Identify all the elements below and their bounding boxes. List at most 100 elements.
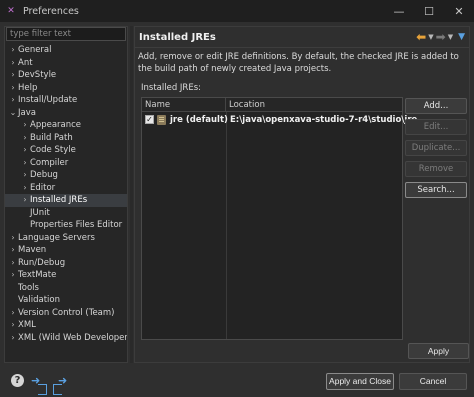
add-jre-button[interactable]: Add... (405, 98, 467, 114)
jre-name-cell: jre (default) (170, 115, 228, 125)
apply-and-close-button[interactable]: Apply and Close (326, 373, 394, 390)
forward-history-chevron-down-icon[interactable]: ▼ (448, 33, 453, 41)
tree-item-label: Ant (18, 57, 33, 68)
tree-item-help[interactable]: › Help (5, 82, 127, 95)
tree-item-language-servers[interactable]: › Language Servers (5, 232, 127, 245)
chevron-right-icon[interactable]: › (20, 169, 30, 182)
help-icon[interactable]: ? (11, 374, 24, 387)
tree-item-build-path[interactable]: › Build Path (5, 132, 127, 145)
remove-jre-button[interactable]: Remove (405, 161, 467, 177)
chevron-right-icon[interactable]: › (20, 144, 30, 157)
duplicate-jre-button[interactable]: Duplicate... (405, 140, 467, 156)
default-jre-checkbox[interactable]: ✓ (145, 115, 154, 124)
view-menu-icon[interactable]: ▼ (458, 32, 465, 42)
pane-divider[interactable] (130, 26, 133, 363)
tree-item-general[interactable]: › General (5, 44, 127, 57)
tree-item-properties-files-editor[interactable]: Properties Files Editor (5, 219, 127, 232)
tree-item-maven[interactable]: › Maven (5, 244, 127, 257)
page-navigation: ⬅ ▼ ➡ ▼ ▼ (416, 29, 465, 45)
tree-item-installed-jres[interactable]: › Installed JREs (5, 194, 127, 207)
tree-item-ant[interactable]: › Ant (5, 57, 127, 70)
preferences-navigation: ›General›Ant›DevStyle›Help›Install/Updat… (4, 26, 128, 363)
chevron-right-icon[interactable]: › (8, 257, 18, 270)
edit-jre-button[interactable]: Edit... (405, 119, 467, 135)
chevron-right-icon[interactable]: › (20, 119, 30, 132)
table-row[interactable]: ✓ jre (default) E:\java\openxava-studio-… (142, 113, 417, 127)
tree-item-editor[interactable]: › Editor (5, 182, 127, 195)
chevron-right-icon[interactable]: › (8, 319, 18, 332)
chevron-right-icon[interactable]: › (8, 244, 18, 257)
tree-item-label: Debug (30, 170, 58, 180)
table-header: Name Location (142, 98, 402, 112)
tree-item-textmate[interactable]: › TextMate (5, 269, 127, 282)
tree-item-label: Run/Debug (18, 257, 66, 268)
tree-item-label: Installed JREs (30, 195, 88, 205)
export-arrow-shape: ➜ (58, 374, 68, 387)
cancel-button[interactable]: Cancel (399, 373, 467, 390)
minimize-button[interactable]: — (384, 0, 414, 22)
chevron-right-icon[interactable]: › (8, 82, 18, 95)
chevron-right-icon[interactable]: › (8, 232, 18, 245)
title-bar: ✕ Preferences — ☐ ✕ (0, 0, 474, 22)
tree-item-label: Code Style (30, 145, 76, 155)
tree-item-debug[interactable]: › Debug (5, 169, 127, 182)
page-description: Add, remove or edit JRE definitions. By … (138, 52, 459, 74)
tree-item-code-style[interactable]: › Code Style (5, 144, 127, 157)
tree-item-label: Properties Files Editor (30, 220, 123, 230)
search-jre-button[interactable]: Search... (405, 182, 467, 198)
tree-item-devstyle[interactable]: › DevStyle (5, 69, 127, 82)
chevron-right-icon[interactable]: › (8, 332, 18, 345)
tree-item-tools[interactable]: Tools (5, 282, 127, 295)
tree-item-java[interactable]: ⌄ Java (5, 107, 127, 120)
jre-table[interactable]: Name Location ✓ jre (default) E:\java\op… (141, 97, 417, 340)
column-divider (226, 112, 227, 339)
filter-input[interactable] (6, 27, 126, 41)
tree-item-label: XML (18, 320, 36, 330)
tree-item-label: Version Control (Team) (18, 307, 115, 318)
chevron-down-icon[interactable]: ⌄ (8, 107, 18, 120)
tree-item-label: TextMate (18, 270, 57, 280)
tree-item-appearance[interactable]: › Appearance (5, 119, 127, 132)
tree-item-label: Help (18, 82, 38, 93)
tree-item-compiler[interactable]: › Compiler (5, 157, 127, 170)
back-history-chevron-down-icon[interactable]: ▼ (428, 33, 433, 41)
tree-item-label: Build Path (30, 132, 73, 143)
back-arrow-icon[interactable]: ⬅ (416, 30, 426, 44)
tree-item-install-update[interactable]: › Install/Update (5, 94, 127, 107)
apply-button[interactable]: Apply (408, 343, 469, 359)
forward-arrow-icon[interactable]: ➡ (436, 30, 446, 44)
chevron-right-icon[interactable]: › (20, 132, 30, 145)
export-icon[interactable]: ➜ (53, 373, 69, 395)
chevron-right-icon[interactable]: › (20, 182, 30, 195)
chevron-right-icon[interactable]: › (8, 94, 18, 107)
tree-item-run-debug[interactable]: › Run/Debug (5, 257, 127, 270)
window-title: Preferences (23, 5, 79, 17)
jre-library-icon (157, 115, 166, 125)
tree-item-xml-wild-web-developer[interactable]: › XML (Wild Web Developer) (5, 332, 127, 345)
tree-item-label: Install/Update (18, 95, 78, 105)
chevron-right-icon[interactable]: › (8, 269, 18, 282)
tree-item-label: Validation (18, 295, 60, 305)
column-header-location[interactable]: Location (226, 98, 402, 112)
chevron-right-icon[interactable]: › (20, 157, 30, 170)
column-header-name[interactable]: Name (142, 98, 226, 112)
tree-item-label: Compiler (30, 157, 69, 168)
tree-item-label: XML (Wild Web Developer) (18, 332, 127, 343)
close-window-button[interactable]: ✕ (444, 0, 474, 22)
tree-item-label: Language Servers (18, 232, 95, 243)
chevron-right-icon[interactable]: › (8, 57, 18, 70)
chevron-right-icon[interactable]: › (8, 307, 18, 320)
tree-item-junit[interactable]: JUnit (5, 207, 127, 220)
chevron-right-icon[interactable]: › (8, 44, 18, 57)
page-title: Installed JREs (139, 31, 216, 43)
tree-item-version-control-team[interactable]: › Version Control (Team) (5, 307, 127, 320)
tree-item-validation[interactable]: Validation (5, 294, 127, 307)
tree-item-xml[interactable]: › XML (5, 319, 127, 332)
tree-item-label: Appearance (30, 120, 82, 130)
import-icon[interactable]: ➜ (31, 373, 47, 395)
tree-item-label: Maven (18, 245, 47, 255)
maximize-button[interactable]: ☐ (414, 0, 444, 22)
chevron-right-icon[interactable]: › (20, 194, 30, 207)
chevron-right-icon[interactable]: › (8, 69, 18, 82)
tree-item-label: Tools (18, 282, 39, 293)
